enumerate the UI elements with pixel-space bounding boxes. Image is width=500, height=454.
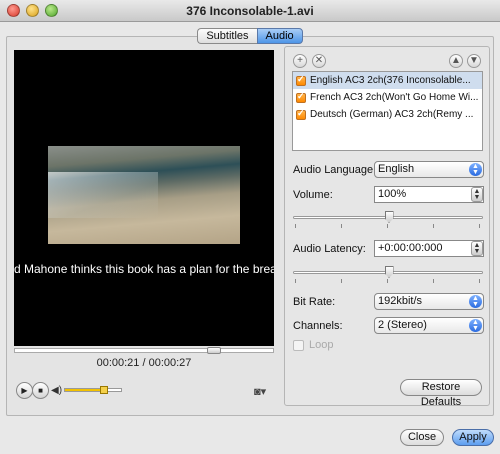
seek-thumb[interactable] xyxy=(206,347,221,354)
latency-stepper[interactable]: ▲ ▼ xyxy=(471,241,483,256)
play-icon: ▶ xyxy=(21,386,28,395)
list-item[interactable]: English AC3 2ch(376 Inconsolable... xyxy=(293,72,482,89)
title-bar: 376 Inconsolable-1.avi xyxy=(0,0,500,22)
restore-defaults-button[interactable]: Restore Defaults xyxy=(400,379,482,408)
track-checkbox[interactable] xyxy=(296,74,306,86)
audio-latency-field[interactable]: +0:00:00:000 ▲ ▼ xyxy=(374,240,484,257)
volume-label: Volume: xyxy=(293,189,333,201)
volume-thumb[interactable] xyxy=(100,386,108,394)
camera-icon[interactable]: ◙▾ xyxy=(254,385,266,398)
list-item[interactable]: French AC3 2ch(Won't Go Home Wi... xyxy=(293,89,482,106)
stop-icon: ■ xyxy=(38,386,43,395)
volume-slider[interactable] xyxy=(64,386,122,394)
audio-language-value: English xyxy=(378,163,415,175)
channels-value: 2 (Stereo) xyxy=(378,319,427,331)
channels-label: Channels: xyxy=(293,320,343,332)
audio-latency-value: +0:00:00:000 xyxy=(378,242,443,254)
volume-fill xyxy=(65,389,105,391)
close-button[interactable]: Close xyxy=(400,429,444,446)
remove-track-button[interactable]: ✕ xyxy=(312,54,326,68)
loop-box[interactable] xyxy=(293,339,304,351)
track-label: French AC3 2ch(Won't Go Home Wi... xyxy=(310,92,479,103)
volume-stepper[interactable]: ▲ ▼ xyxy=(471,187,483,202)
arrow-down-icon: ▼ xyxy=(469,55,479,66)
audio-language-label: Audio Language: xyxy=(293,164,377,176)
channels-select[interactable]: 2 (Stereo) ▲ ▼ xyxy=(374,317,484,334)
player-controls: ▶ ■ ◀) ◙▾ xyxy=(14,377,276,405)
loop-label: Loop xyxy=(309,339,334,351)
move-up-button[interactable]: ▲ xyxy=(449,54,463,68)
move-down-button[interactable]: ▼ xyxy=(467,54,481,68)
latency-slider[interactable] xyxy=(293,266,483,278)
bit-rate-select[interactable]: 192kbit/s ▲ ▼ xyxy=(374,293,484,310)
slider-ticks xyxy=(295,224,481,228)
subtitle-overlay: d Mahone thinks this book has a plan for… xyxy=(14,262,274,276)
video-frame-image xyxy=(48,146,240,244)
volume-field[interactable]: 100% ▲ ▼ xyxy=(374,186,484,203)
seek-bar[interactable] xyxy=(14,347,274,354)
timecode: 00:00:21 / 00:00:27 xyxy=(96,357,192,369)
volume-value: 100% xyxy=(378,188,407,200)
audio-language-select[interactable]: English ▲ ▼ xyxy=(374,161,484,178)
tab-subtitles[interactable]: Subtitles xyxy=(197,28,257,44)
popup-arrows-icon: ▲ ▼ xyxy=(469,319,482,332)
volume-level-slider[interactable] xyxy=(293,211,483,223)
plus-icon: + xyxy=(297,55,303,66)
audio-track-list: English AC3 2ch(376 Inconsolable... Fren… xyxy=(292,71,483,151)
slider-ticks xyxy=(295,279,481,283)
bit-rate-value: 192kbit/s xyxy=(378,295,423,307)
loop-checkbox[interactable]: Loop xyxy=(293,339,333,351)
track-label: Deutsch (German) AC3 2ch(Remy ... xyxy=(310,109,474,120)
popup-arrows-icon: ▲ ▼ xyxy=(469,295,482,308)
add-track-button[interactable]: + xyxy=(293,54,307,68)
speaker-icon: ◀) xyxy=(51,385,63,396)
audio-latency-label: Audio Latency: xyxy=(293,243,366,255)
window-title: 376 Inconsolable-1.avi xyxy=(186,4,314,18)
tab-bar: Subtitles Audio xyxy=(0,28,500,44)
tab-audio[interactable]: Audio xyxy=(256,28,303,44)
arrow-up-icon: ▲ xyxy=(451,55,461,66)
popup-arrows-icon: ▲ ▼ xyxy=(469,163,482,176)
list-item[interactable]: Deutsch (German) AC3 2ch(Remy ... xyxy=(293,106,482,123)
track-checkbox[interactable] xyxy=(296,91,306,103)
play-button[interactable]: ▶ xyxy=(16,382,33,399)
stop-button[interactable]: ■ xyxy=(32,382,49,399)
remove-icon: ✕ xyxy=(314,55,324,66)
track-label: English AC3 2ch(376 Inconsolable... xyxy=(310,75,471,86)
apply-button[interactable]: Apply xyxy=(452,429,494,446)
bit-rate-label: Bit Rate: xyxy=(293,296,336,308)
track-checkbox[interactable] xyxy=(296,108,306,120)
